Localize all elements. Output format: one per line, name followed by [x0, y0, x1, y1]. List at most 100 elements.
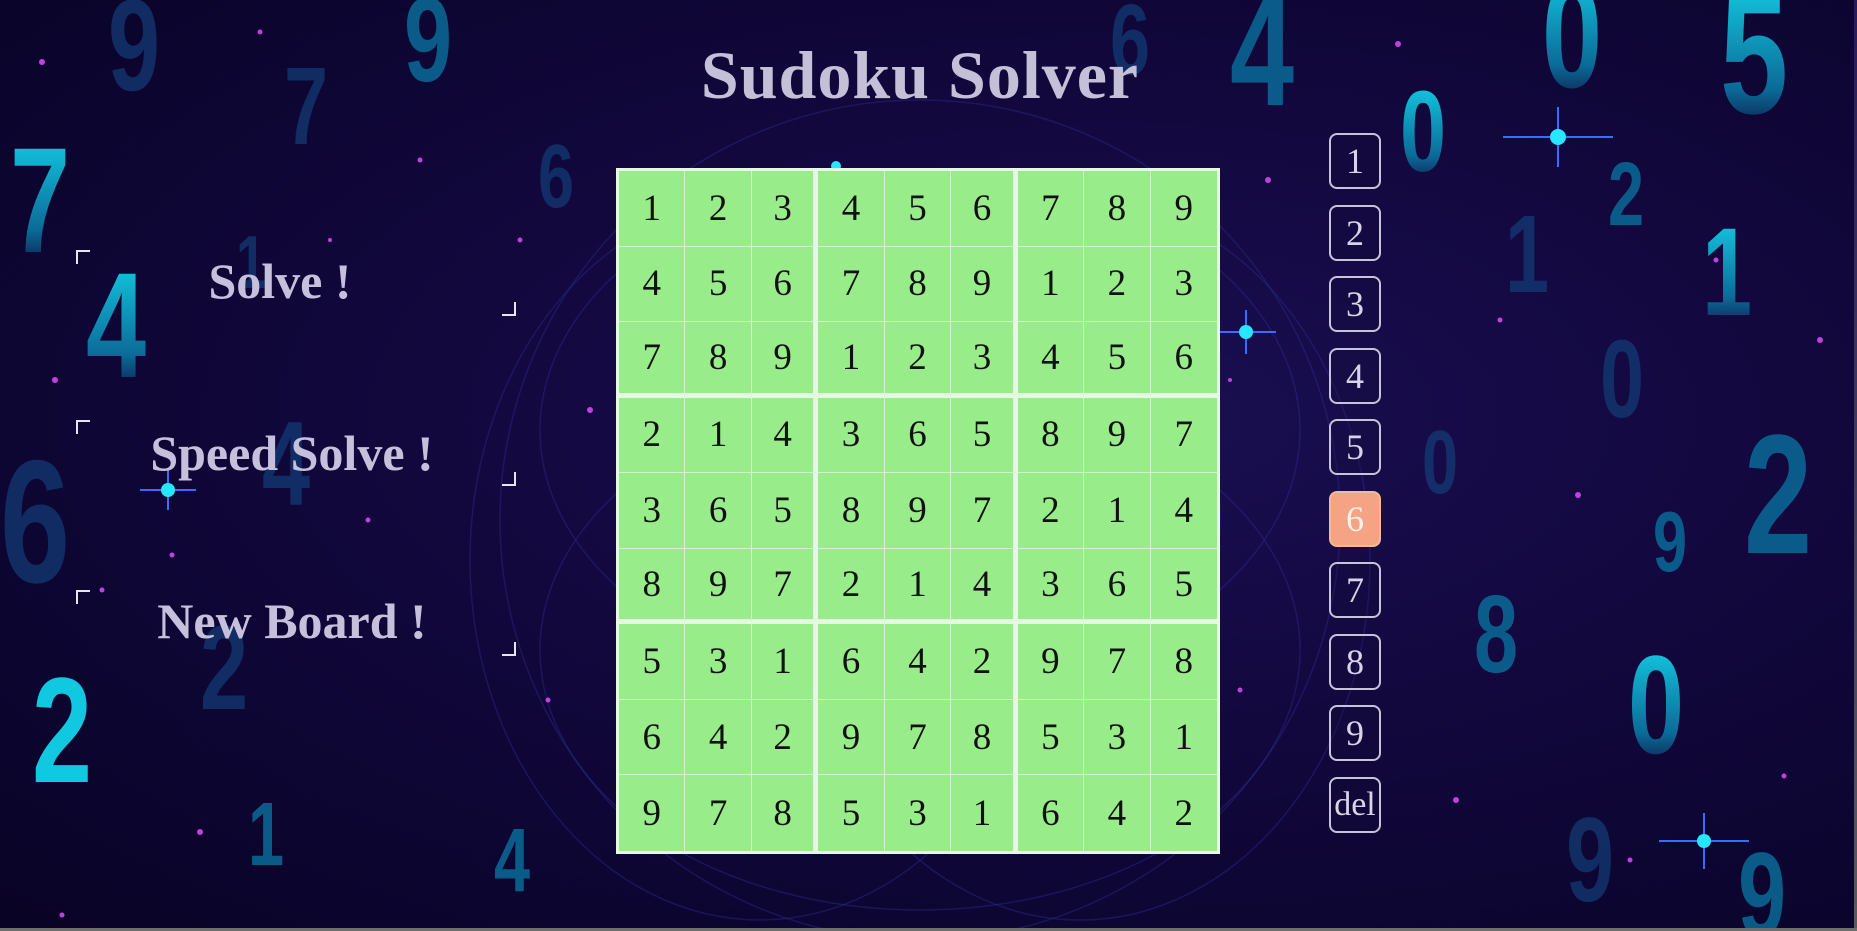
board-cell[interactable]: 4: [951, 548, 1018, 625]
number-key-2[interactable]: 2: [1329, 204, 1381, 261]
board-cell[interactable]: 3: [751, 171, 819, 247]
board-cell[interactable]: 5: [1017, 699, 1085, 776]
board-cell[interactable]: 3: [818, 397, 885, 474]
board-cell[interactable]: 8: [1084, 171, 1151, 247]
number-key-5[interactable]: 5: [1329, 419, 1381, 475]
background-digit: 6: [0, 425, 71, 620]
solve-button[interactable]: Solve !: [76, 250, 516, 316]
board-cell[interactable]: 3: [1017, 548, 1085, 625]
board-cell[interactable]: 9: [1017, 624, 1085, 700]
number-key-8[interactable]: 8: [1329, 633, 1381, 690]
board-cell[interactable]: 5: [884, 171, 952, 247]
board-cell[interactable]: 8: [951, 699, 1018, 776]
board-cell[interactable]: 8: [818, 473, 885, 549]
board-cell[interactable]: 8: [685, 322, 752, 398]
board-cell[interactable]: 9: [685, 548, 752, 625]
board-cell[interactable]: 1: [951, 775, 1018, 851]
board-cell[interactable]: 5: [1150, 548, 1217, 625]
board-cell[interactable]: 3: [1150, 246, 1217, 323]
board-cell[interactable]: 9: [1084, 397, 1151, 474]
new-board-button[interactable]: New Board !: [76, 590, 516, 656]
board-cell[interactable]: 4: [685, 699, 752, 776]
board-cell[interactable]: 5: [619, 624, 686, 700]
board-cell[interactable]: 7: [951, 473, 1018, 549]
board-cell[interactable]: 8: [884, 246, 952, 323]
board-cell[interactable]: 6: [1150, 322, 1217, 398]
board-cell[interactable]: 5: [685, 246, 752, 323]
number-key-3[interactable]: 3: [1329, 276, 1381, 332]
board-cell[interactable]: 2: [1017, 473, 1085, 549]
board-cell[interactable]: 2: [1150, 775, 1217, 851]
board-cell[interactable]: 7: [1150, 397, 1217, 474]
board-cell[interactable]: 3: [685, 624, 752, 700]
board-cell[interactable]: 2: [619, 397, 686, 474]
board-cell[interactable]: 1: [1150, 699, 1217, 776]
board-cell[interactable]: 5: [1084, 322, 1151, 398]
board-cell[interactable]: 1: [619, 171, 686, 247]
board-cell[interactable]: 1: [1084, 473, 1151, 549]
delete-button[interactable]: del: [1329, 776, 1381, 833]
board-cell[interactable]: 9: [1150, 171, 1217, 247]
board-cell[interactable]: 9: [818, 699, 885, 776]
board-cell[interactable]: 5: [818, 775, 885, 851]
board-cell[interactable]: 4: [818, 171, 885, 247]
number-key-7[interactable]: 7: [1329, 562, 1381, 618]
board-cell[interactable]: 2: [951, 624, 1018, 700]
board-cell[interactable]: 4: [1150, 473, 1217, 549]
board-cell[interactable]: 7: [1017, 171, 1085, 247]
board-cell[interactable]: 7: [884, 699, 952, 776]
board-cell[interactable]: 7: [1084, 624, 1151, 700]
board-cell[interactable]: 3: [884, 775, 952, 851]
number-key-4[interactable]: 4: [1329, 347, 1381, 404]
board-cell[interactable]: 6: [1084, 548, 1151, 625]
board-cell[interactable]: 7: [619, 322, 686, 398]
number-key-9[interactable]: 9: [1329, 705, 1381, 761]
board-cell[interactable]: 1: [884, 548, 952, 625]
background-digit: 8: [1474, 573, 1519, 696]
board-cell[interactable]: 3: [619, 473, 686, 549]
board-cell[interactable]: 8: [619, 548, 686, 625]
board-cell[interactable]: 3: [951, 322, 1018, 398]
board-cell[interactable]: 6: [818, 624, 885, 700]
board-cell[interactable]: 6: [951, 171, 1018, 247]
board-cell[interactable]: 6: [685, 473, 752, 549]
board-cell[interactable]: 2: [751, 699, 819, 776]
board-cell[interactable]: 7: [685, 775, 752, 851]
board-cell[interactable]: 7: [818, 246, 885, 323]
board-cell[interactable]: 8: [1017, 397, 1085, 474]
board-cell[interactable]: 2: [818, 548, 885, 625]
number-key-1[interactable]: 1: [1329, 133, 1381, 189]
corner-bracket: [502, 302, 516, 316]
board-cell[interactable]: 9: [884, 473, 952, 549]
board-cell[interactable]: 1: [1017, 246, 1085, 323]
board-cell[interactable]: 1: [685, 397, 752, 474]
speed-solve-button[interactable]: Speed Solve !: [76, 420, 516, 486]
background-digit: 1: [1702, 203, 1753, 342]
board-cell[interactable]: 4: [751, 397, 819, 474]
board-cell[interactable]: 4: [1084, 775, 1151, 851]
board-cell[interactable]: 2: [1084, 246, 1151, 323]
board-cell[interactable]: 4: [884, 624, 952, 700]
board-cell[interactable]: 5: [951, 397, 1018, 474]
board-cell[interactable]: 3: [1084, 699, 1151, 776]
board-cell[interactable]: 2: [685, 171, 752, 247]
board-cell[interactable]: 8: [751, 775, 819, 851]
board-cell[interactable]: 4: [619, 246, 686, 323]
background-digit: 0: [1422, 413, 1459, 513]
board-cell[interactable]: 1: [751, 624, 819, 700]
board-cell[interactable]: 1: [818, 322, 885, 398]
board-cell[interactable]: 9: [951, 246, 1018, 323]
board-cell[interactable]: 9: [751, 322, 819, 398]
board-cell[interactable]: 8: [1150, 624, 1217, 700]
board-cell[interactable]: 6: [619, 699, 686, 776]
board-cell[interactable]: 6: [1017, 775, 1085, 851]
board-cell[interactable]: 7: [751, 548, 819, 625]
number-key-6[interactable]: 6: [1329, 490, 1381, 547]
board-cell[interactable]: 2: [884, 322, 952, 398]
board-cell[interactable]: 6: [884, 397, 952, 474]
board-cell[interactable]: 6: [751, 246, 819, 323]
board-cell[interactable]: 9: [619, 775, 686, 851]
board-cell[interactable]: 5: [751, 473, 819, 549]
board-cell[interactable]: 4: [1017, 322, 1085, 398]
background-digit: 2: [1608, 145, 1645, 245]
